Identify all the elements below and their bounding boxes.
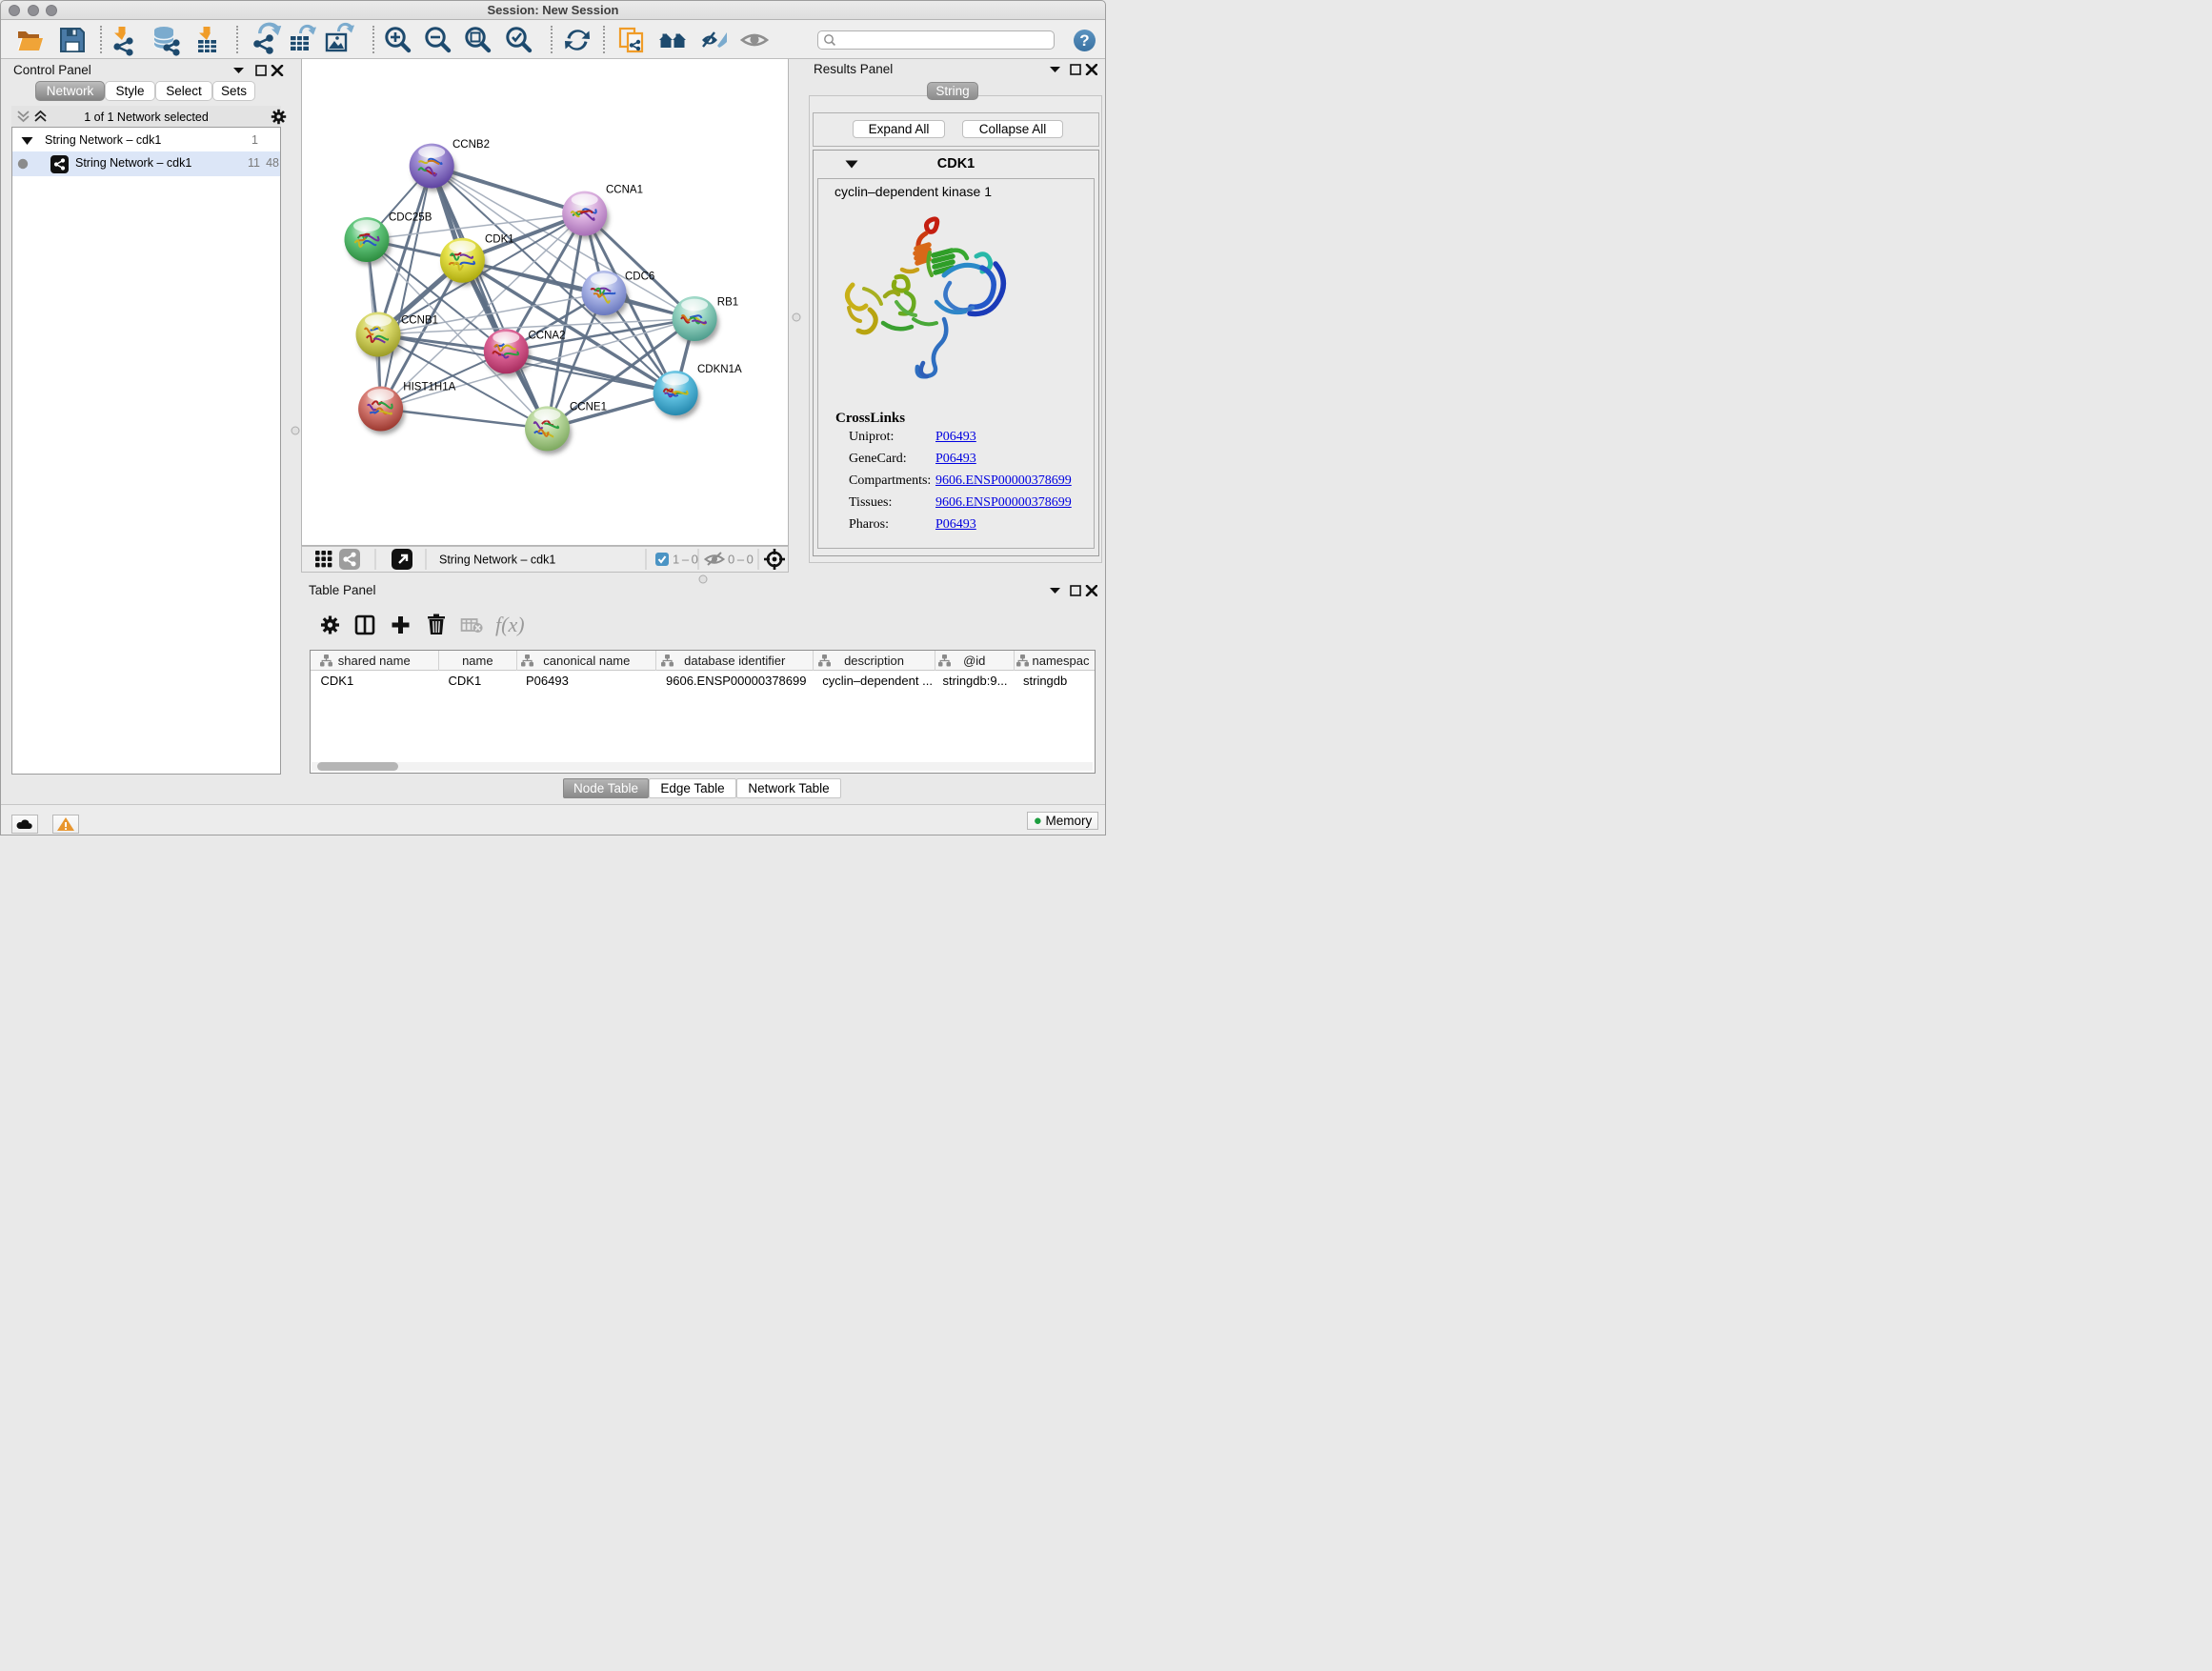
svg-text:CCNB1: CCNB1 — [401, 315, 438, 327]
svg-text:String Network – cdk1: String Network – cdk1 — [439, 554, 555, 567]
svg-text:CCNA2: CCNA2 — [529, 331, 566, 342]
svg-text:1 – 0: 1 – 0 — [673, 553, 698, 567]
svg-text:RB1: RB1 — [717, 297, 738, 309]
svg-text:CCNA1: CCNA1 — [606, 185, 643, 196]
svg-text:CDC6: CDC6 — [625, 272, 654, 283]
svg-text:CDKN1A: CDKN1A — [697, 364, 742, 375]
svg-text:CDK1: CDK1 — [485, 234, 514, 246]
svg-text:CDC25B: CDC25B — [389, 212, 432, 224]
svg-text:f(x): f(x) — [495, 613, 525, 636]
svg-text:CCNE1: CCNE1 — [570, 402, 607, 413]
svg-text:0 – 0: 0 – 0 — [728, 553, 754, 567]
svg-text:CCNB2: CCNB2 — [452, 139, 490, 151]
svg-text:HIST1H1A: HIST1H1A — [403, 382, 455, 393]
